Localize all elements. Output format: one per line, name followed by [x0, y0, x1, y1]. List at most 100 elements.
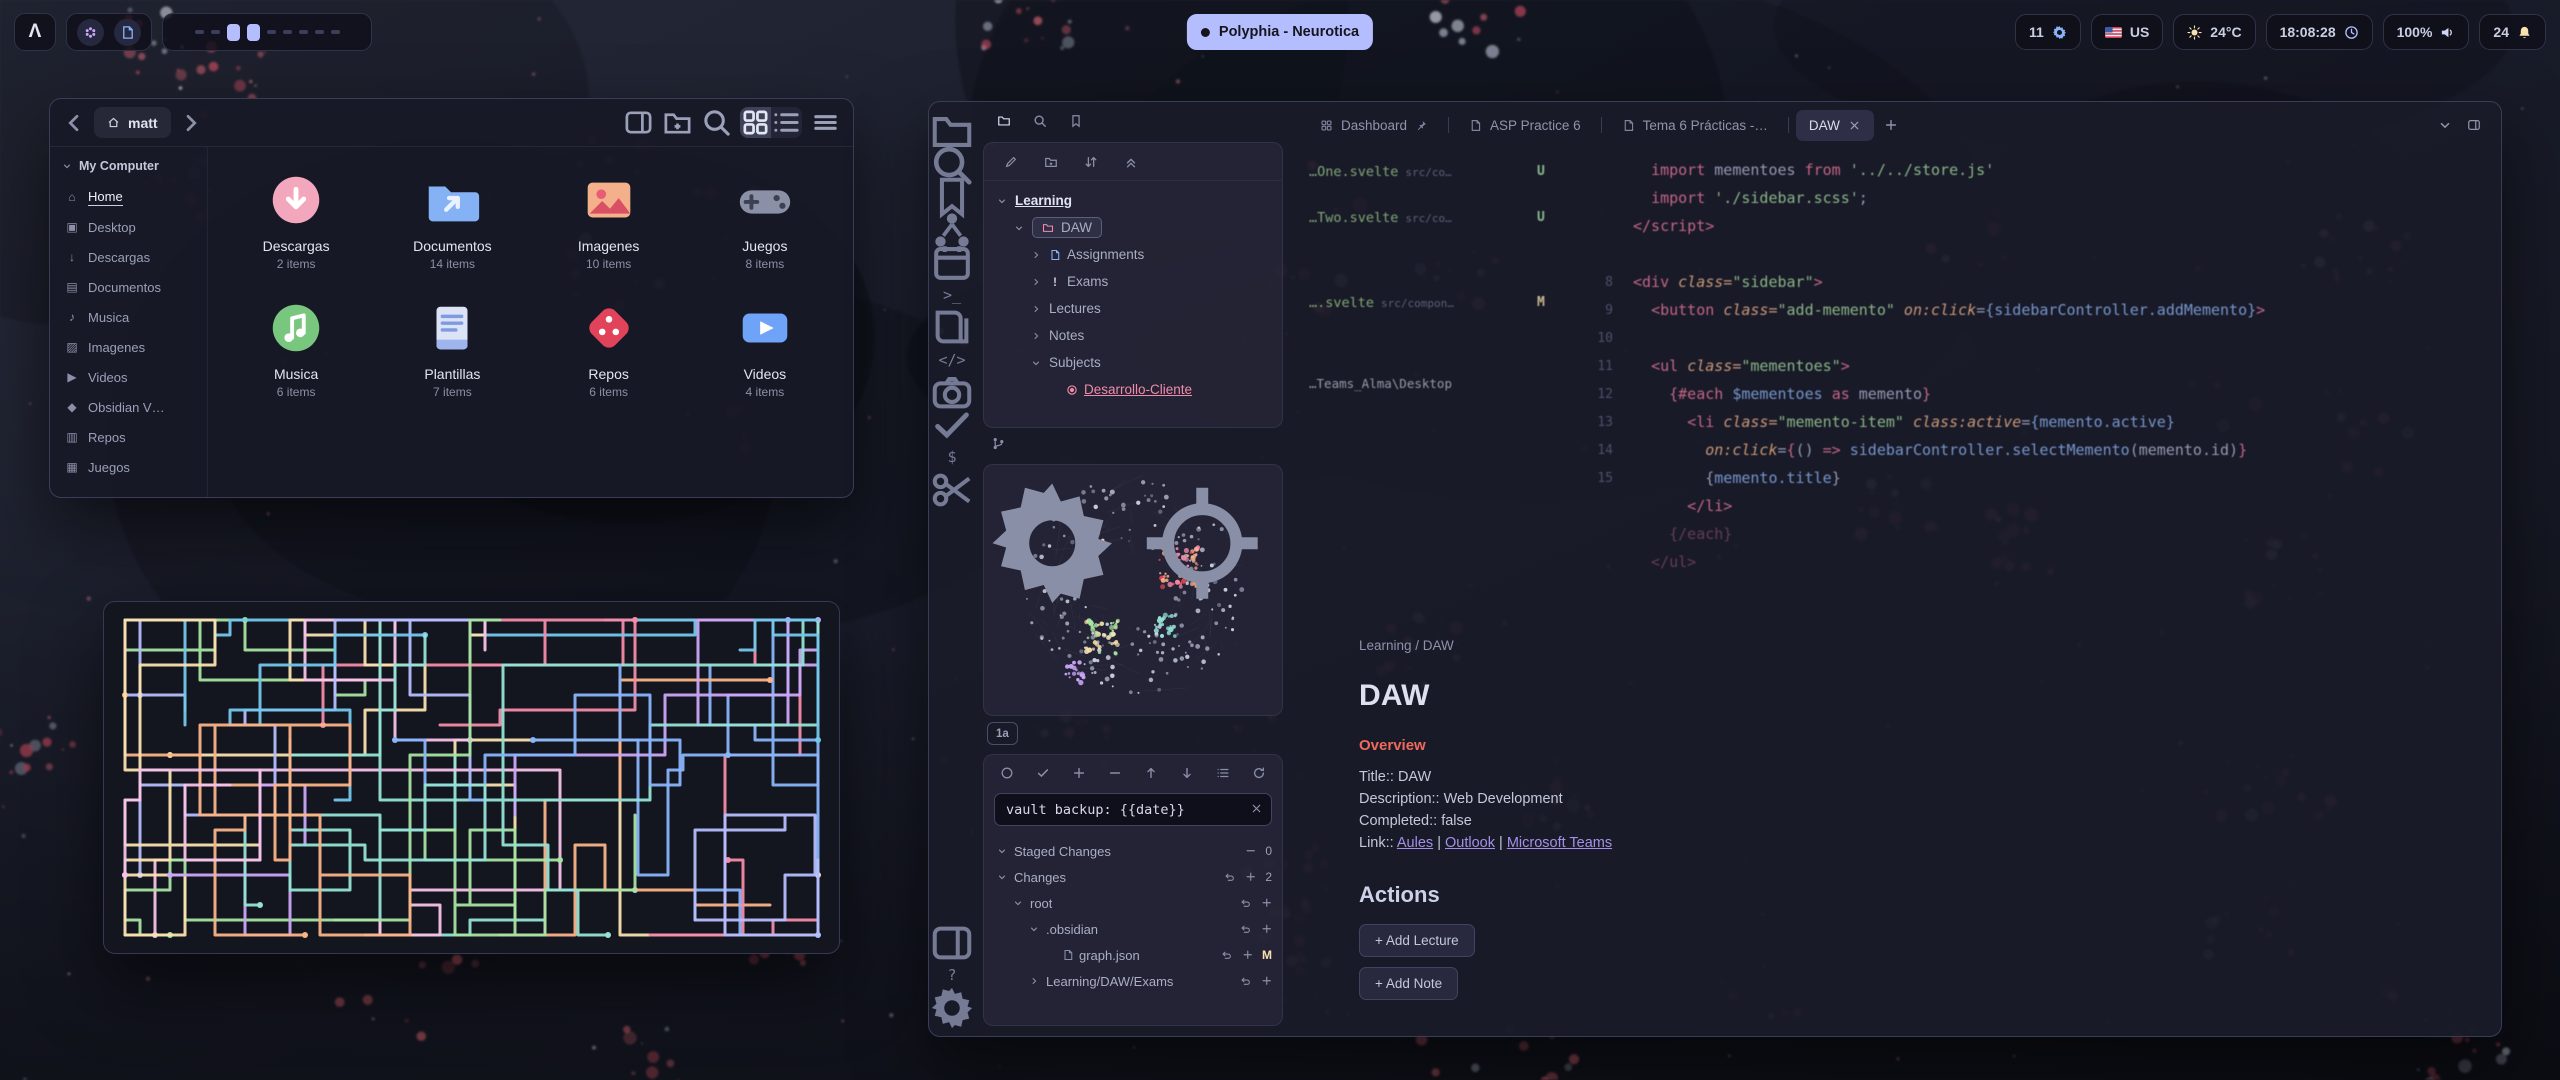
weather-pill[interactable]: 24°C [2173, 14, 2255, 50]
workspace-dot[interactable] [211, 30, 220, 34]
sidebar-item-musica[interactable]: ♪Musica [50, 302, 207, 332]
workspace-active[interactable] [247, 24, 260, 41]
sidebar-item-documentos[interactable]: ▤Documentos [50, 272, 207, 302]
plus-icon[interactable] [1261, 923, 1273, 935]
sidebar-item-imagenes[interactable]: ▨Imagenes [50, 332, 207, 362]
chevron-right-icon[interactable] [1028, 304, 1043, 314]
workspace-indicator[interactable] [162, 13, 372, 51]
sidebar-item-obsidian-v[interactable]: ◆Obsidian V… [50, 392, 207, 422]
backup-icon[interactable] [1000, 766, 1014, 780]
notes-app-button[interactable] [114, 19, 141, 46]
sidebar-item-juegos[interactable]: ▦Juegos [50, 452, 207, 482]
refresh-icon[interactable] [1252, 766, 1266, 780]
pull-icon[interactable] [1180, 766, 1194, 780]
undo-icon[interactable] [1240, 975, 1252, 987]
chevron-down-icon[interactable] [994, 872, 1009, 882]
folder-plantillas[interactable]: Plantillas7 items [374, 297, 530, 399]
chevron-down-icon[interactable] [1010, 898, 1025, 908]
unstage-all-icon[interactable] [1108, 766, 1122, 780]
back-button[interactable] [62, 111, 86, 135]
graph-settings-icon[interactable] [984, 475, 1121, 612]
note-breadcrumb[interactable]: Learning / DAW [1359, 638, 2139, 653]
explorer-item-exams[interactable]: !Exams [984, 268, 1282, 295]
panel-tab-search[interactable] [1033, 114, 1047, 128]
git-row-changes[interactable]: Changes2 [984, 864, 1282, 890]
chevron-down-icon[interactable] [994, 196, 1009, 206]
workspace-dot[interactable] [267, 30, 276, 34]
chevron-right-icon[interactable] [1028, 331, 1043, 341]
breadcrumb[interactable]: matt [94, 107, 171, 138]
launcher-button[interactable]: Λ [14, 13, 56, 51]
plus-icon[interactable] [1242, 949, 1254, 961]
sidebar-item-videos[interactable]: ▶Videos [50, 362, 207, 392]
git-row-obsidian[interactable]: .obsidian [984, 916, 1282, 942]
chevron-down-icon[interactable] [994, 846, 1009, 856]
external-link-outlook[interactable]: Outlook [1445, 835, 1495, 851]
workspace-dot[interactable] [283, 30, 292, 34]
sidebar-item-desktop[interactable]: ▣Desktop [50, 212, 207, 242]
volume-pill[interactable]: 100% [2383, 14, 2470, 50]
git-row-graph-json[interactable]: graph.jsonM [984, 942, 1282, 968]
keyboard-pill[interactable]: US [2091, 14, 2163, 50]
workspace-dot[interactable] [195, 30, 204, 34]
folder-documentos[interactable]: Documentos14 items [374, 169, 530, 271]
search-button[interactable] [701, 107, 732, 138]
calendar-icon[interactable] [929, 246, 975, 279]
chevron-down-icon[interactable] [1011, 223, 1026, 233]
explorer-item-lectures[interactable]: Lectures [984, 295, 1282, 322]
chevron-down-icon[interactable] [1026, 924, 1041, 934]
explorer-item-notes[interactable]: Notes [984, 322, 1282, 349]
chevron-right-icon[interactable] [1028, 250, 1043, 260]
clear-input-icon[interactable] [1250, 802, 1263, 815]
menu-button[interactable] [810, 107, 841, 138]
sidebar-section[interactable]: My Computer [50, 157, 207, 182]
notifications-pill[interactable]: 24 [2479, 14, 2546, 50]
workspace-dot[interactable] [315, 30, 324, 34]
undo-icon[interactable] [1240, 897, 1252, 909]
git-row-staged-changes[interactable]: Staged Changes0 [984, 838, 1282, 864]
plus-icon[interactable] [1245, 871, 1257, 883]
list-view-button[interactable] [771, 107, 802, 138]
notebook-icon[interactable] [929, 311, 975, 344]
forward-button[interactable] [179, 111, 203, 135]
tab-daw[interactable]: DAW [1796, 110, 1874, 141]
folder-juegos[interactable]: Juegos8 items [687, 169, 843, 271]
tasks-icon[interactable] [929, 409, 975, 442]
sidebar-item-descargas[interactable]: ↓Descargas [50, 242, 207, 272]
explorer-item-assignments[interactable]: Assignments [984, 241, 1282, 268]
git-branch-icon[interactable] [991, 436, 1006, 451]
tab-asp-practice-6[interactable]: ASP Practice 6 [1456, 110, 1594, 141]
commit-icon[interactable] [1036, 766, 1050, 780]
workspace-active[interactable] [227, 24, 240, 41]
undo-icon[interactable] [1240, 923, 1252, 935]
workspace-dot[interactable] [331, 30, 340, 34]
settings-icon[interactable] [929, 992, 975, 1025]
grid-view-button[interactable] [740, 107, 771, 138]
split-view-button[interactable] [623, 107, 654, 138]
now-playing-pill[interactable]: Polyphia - Neurotica [1187, 14, 1373, 50]
snippets-icon[interactable] [929, 474, 975, 507]
close-tab-icon[interactable] [1848, 119, 1861, 132]
switcher-icon[interactable] [929, 927, 975, 960]
action-button-add-lecture[interactable]: + Add Lecture [1359, 924, 1475, 957]
changes-icon[interactable] [1216, 766, 1230, 780]
updates-pill[interactable]: 11 [2015, 14, 2081, 50]
panel-tab-bookmark[interactable] [1069, 114, 1083, 128]
undo-icon[interactable] [1221, 949, 1233, 961]
tag-pane-button[interactable]: 1a [987, 722, 1018, 745]
new-folder-icon[interactable] [1044, 155, 1058, 169]
panel-tab-folder[interactable] [997, 114, 1011, 128]
sidebar-item-repos[interactable]: ▥Repos [50, 422, 207, 452]
plus-icon[interactable] [1261, 975, 1273, 987]
commit-message-input[interactable] [994, 793, 1272, 826]
swirl-app-button[interactable] [77, 19, 104, 46]
explorer-item-subjects[interactable]: Subjects [984, 349, 1282, 376]
git-row-root[interactable]: root [984, 890, 1282, 916]
chevron-down-icon[interactable] [1028, 358, 1043, 368]
sort-icon[interactable] [1084, 155, 1098, 169]
workspace-dot[interactable] [299, 30, 308, 34]
sidebar-item-home[interactable]: ⌂Home [50, 182, 207, 212]
tab-tema-6-pr-cticas[interactable]: Tema 6 Prácticas -… [1609, 110, 1781, 141]
new-folder-button[interactable] [662, 107, 693, 138]
explorer-item-daw[interactable]: DAW [984, 214, 1282, 241]
